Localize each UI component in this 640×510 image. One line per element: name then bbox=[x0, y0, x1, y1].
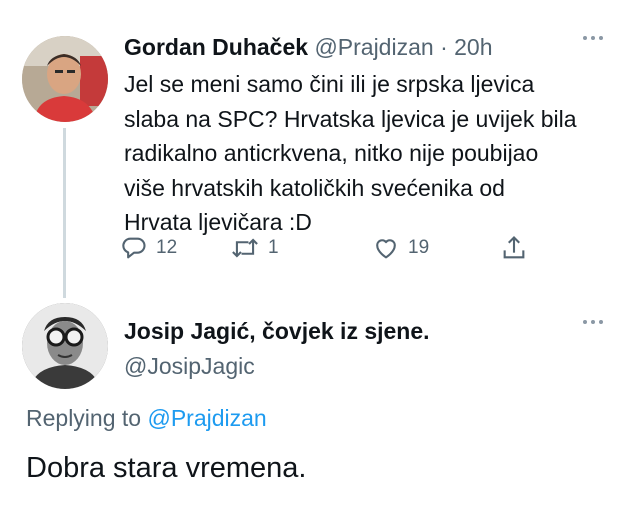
handle[interactable]: @Prajdizan bbox=[314, 34, 433, 60]
retweet-count: 1 bbox=[268, 237, 279, 258]
share-button[interactable] bbox=[500, 234, 528, 262]
tweet-text-line: više hrvatskih katoličkih svećenika od bbox=[124, 174, 505, 201]
tweet-text-line: Jel se meni samo čini ili je srpska ljev… bbox=[124, 71, 535, 97]
tweet-header: Gordan Duhaček @Prajdizan · 20h bbox=[124, 33, 493, 61]
heart-icon bbox=[376, 239, 396, 259]
retweet-icon bbox=[232, 238, 258, 258]
handle[interactable]: @JosipJagic bbox=[124, 353, 255, 380]
profile-photo bbox=[22, 303, 108, 389]
tweet-text-line: slaba na SPC? Hrvatska ljevica je uvijek… bbox=[124, 105, 577, 132]
avatar[interactable] bbox=[22, 36, 108, 122]
reply-button[interactable]: 12 bbox=[120, 234, 177, 262]
more-dot-icon bbox=[591, 320, 595, 324]
more-dot-icon bbox=[599, 320, 603, 324]
like-button[interactable]: 19 bbox=[372, 234, 429, 262]
retweet-button[interactable]: 1 bbox=[230, 234, 279, 262]
action-bar: 12 1 19 bbox=[120, 234, 540, 268]
like-count: 19 bbox=[408, 237, 430, 258]
tweet-text-line: radikalno anticrkvena, nitko nije poubij… bbox=[124, 140, 539, 166]
thread-line bbox=[63, 128, 66, 298]
tweet-text: Jel se meni samo čini ili je srpska ljev… bbox=[124, 67, 624, 240]
more-options-button[interactable] bbox=[583, 36, 603, 40]
more-dot-icon bbox=[583, 320, 587, 324]
display-name[interactable]: Josip Jagić, čovjek iz sjene. bbox=[124, 318, 430, 345]
display-name[interactable]: Gordan Duhaček bbox=[124, 34, 308, 60]
share-icon bbox=[503, 236, 525, 259]
profile-photo bbox=[22, 36, 108, 122]
replying-label: Replying to bbox=[26, 405, 142, 431]
reply-icon bbox=[122, 237, 146, 259]
tweet-text: Dobra stara vremena. bbox=[26, 452, 307, 484]
more-dot-icon bbox=[583, 36, 587, 40]
more-options-button[interactable] bbox=[583, 320, 603, 324]
more-dot-icon bbox=[591, 36, 595, 40]
replying-to: Replying to @Prajdizan bbox=[26, 405, 267, 432]
avatar[interactable] bbox=[22, 303, 108, 389]
replying-handle-link[interactable]: @Prajdizan bbox=[147, 405, 266, 431]
more-dot-icon bbox=[599, 36, 603, 40]
separator: · bbox=[440, 34, 448, 60]
timestamp[interactable]: 20h bbox=[454, 34, 492, 60]
reply-count: 12 bbox=[156, 237, 178, 258]
